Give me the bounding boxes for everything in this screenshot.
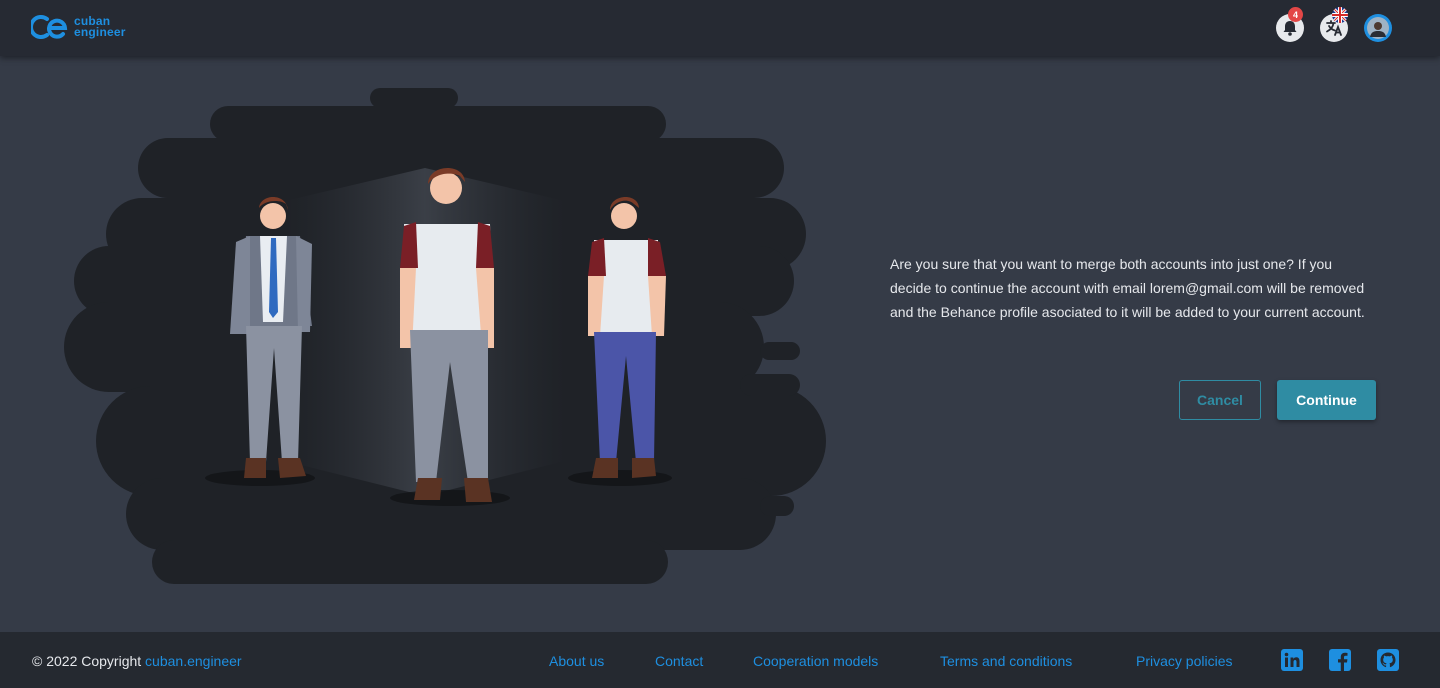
footer-link-cooperation-models[interactable]: Cooperation models — [753, 653, 878, 669]
uk-flag-icon — [1332, 7, 1348, 23]
copyright-brand-link[interactable]: cuban.engineer — [145, 653, 242, 669]
merge-confirmation-message: Are you sure that you want to merge both… — [890, 256, 1365, 320]
merge-accounts-illustration — [64, 88, 826, 584]
user-avatar-icon — [1367, 17, 1389, 39]
facebook-icon[interactable] — [1329, 649, 1351, 671]
notification-badge: 4 — [1288, 7, 1303, 22]
copyright: © 2022 Copyright cuban.engineer — [32, 653, 242, 669]
continue-button[interactable]: Continue — [1277, 380, 1376, 420]
avatar[interactable] — [1364, 14, 1392, 42]
logo-text: cuban engineer — [74, 15, 126, 39]
footer: © 2022 Copyright cuban.engineer About us… — [0, 632, 1440, 688]
cancel-button[interactable]: Cancel — [1179, 380, 1261, 420]
logo-line-2: engineer — [74, 25, 126, 39]
dialog-actions: Cancel Continue — [1179, 380, 1376, 420]
footer-link-terms-and-conditions[interactable]: Terms and conditions — [940, 653, 1072, 669]
top-bar: cuban engineer 4 — [0, 0, 1440, 56]
footer-link-about-us[interactable]: About us — [549, 653, 604, 669]
copyright-text: © 2022 Copyright — [32, 653, 142, 669]
linkedin-icon[interactable] — [1281, 649, 1303, 671]
logo[interactable]: cuban engineer — [31, 13, 126, 41]
logo-icon — [31, 15, 68, 39]
merge-confirmation-dialog: Are you sure that you want to merge both… — [890, 252, 1380, 420]
footer-link-privacy-policies[interactable]: Privacy policies — [1136, 653, 1232, 669]
github-icon[interactable] — [1377, 649, 1399, 671]
footer-link-contact[interactable]: Contact — [655, 653, 703, 669]
